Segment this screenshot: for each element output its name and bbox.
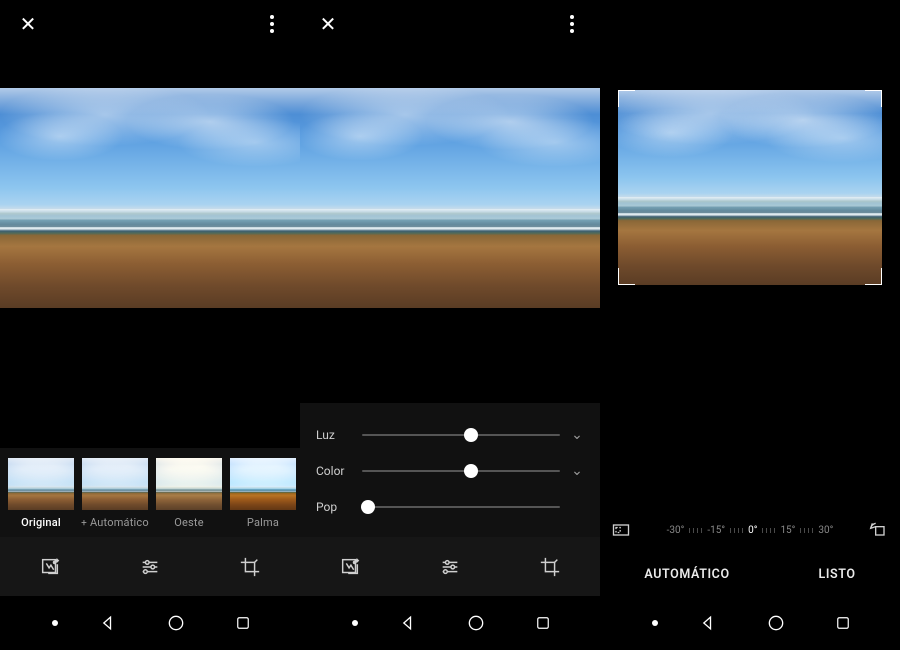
slider-track[interactable] xyxy=(362,470,560,472)
back-icon[interactable] xyxy=(697,612,719,634)
editor-pane-adjust: ✕ Luz ⌄ Color ⌄ Pop ⌄ xyxy=(300,0,600,650)
rotate-icon[interactable] xyxy=(868,519,890,541)
angle-tick-label: 15° xyxy=(780,525,795,536)
chevron-down-icon[interactable]: ⌄ xyxy=(570,427,584,443)
slider-color: Color ⌄ xyxy=(316,453,584,489)
angle-tick-label: -15° xyxy=(707,525,725,536)
adjust-tab-icon[interactable] xyxy=(136,553,164,581)
recents-icon[interactable] xyxy=(232,612,254,634)
topbar: ✕ xyxy=(0,0,300,48)
slider-track[interactable] xyxy=(362,506,560,508)
crop-handle-tl[interactable] xyxy=(618,90,635,107)
back-icon[interactable] xyxy=(397,612,419,634)
tool-tabs xyxy=(300,537,600,596)
more-icon[interactable] xyxy=(258,10,286,38)
recents-icon[interactable] xyxy=(532,612,554,634)
crop-tab-icon[interactable] xyxy=(236,553,264,581)
filter-strip: Original + Automático Oeste Palma xyxy=(0,448,300,537)
filter-option-auto[interactable]: + Automático xyxy=(80,458,150,529)
aspect-ratio-icon[interactable] xyxy=(610,519,632,541)
nav-dot-icon xyxy=(352,620,358,626)
filters-tab-icon[interactable] xyxy=(36,553,64,581)
slider-track[interactable] xyxy=(362,434,560,436)
more-icon[interactable] xyxy=(558,10,586,38)
home-icon[interactable] xyxy=(765,612,787,634)
crop-handle-bl[interactable] xyxy=(618,268,635,285)
chevron-down-icon[interactable]: ⌄ xyxy=(570,463,584,479)
recents-icon[interactable] xyxy=(832,612,854,634)
angle-tick-label: -30° xyxy=(667,525,685,536)
adjust-tab-icon[interactable] xyxy=(436,553,464,581)
crop-tab-icon[interactable] xyxy=(536,553,564,581)
angle-scale[interactable]: -30° -15° 0° 15° 30° xyxy=(632,525,868,536)
topbar: ✕ xyxy=(300,0,600,48)
home-icon[interactable] xyxy=(165,612,187,634)
angle-tick-label: 30° xyxy=(818,525,833,536)
slider-luz: Luz ⌄ xyxy=(316,417,584,453)
crop-area[interactable] xyxy=(618,90,882,285)
close-icon[interactable]: ✕ xyxy=(14,10,42,38)
tool-tabs xyxy=(0,537,300,596)
filter-option-oeste[interactable]: Oeste xyxy=(154,458,224,529)
sliders-panel: Luz ⌄ Color ⌄ Pop ⌄ xyxy=(300,403,600,537)
filter-label: Original xyxy=(21,516,61,529)
crop-handle-tr[interactable] xyxy=(865,90,882,107)
nav-dot-icon xyxy=(52,620,58,626)
filter-label: Palma xyxy=(247,516,279,529)
home-icon[interactable] xyxy=(465,612,487,634)
auto-button[interactable]: AUTOMÁTICO xyxy=(644,567,729,582)
filter-option-original[interactable]: Original xyxy=(6,458,76,529)
rotation-bar: -30° -15° 0° 15° 30° xyxy=(600,508,900,552)
angle-current: 0° xyxy=(748,525,757,536)
editor-pane-crop: -30° -15° 0° 15° 30° AUTOMÁTICO LISTO xyxy=(600,0,900,650)
filters-tab-icon[interactable] xyxy=(336,553,364,581)
photo-preview[interactable] xyxy=(0,88,300,308)
filter-label: + Automático xyxy=(81,516,149,529)
filter-option-palma[interactable]: Palma xyxy=(228,458,298,529)
nav-dot-icon xyxy=(652,620,658,626)
editor-pane-filters: ✕ Original + Automático Oeste Palma xyxy=(0,0,300,650)
crop-handle-br[interactable] xyxy=(865,268,882,285)
android-navbar xyxy=(600,596,900,650)
slider-label: Pop xyxy=(316,500,352,514)
crop-actions: AUTOMÁTICO LISTO xyxy=(600,552,900,596)
done-button[interactable]: LISTO xyxy=(818,567,855,582)
photo-preview[interactable] xyxy=(300,88,600,308)
android-navbar xyxy=(0,596,300,650)
back-icon[interactable] xyxy=(97,612,119,634)
close-icon[interactable]: ✕ xyxy=(314,10,342,38)
android-navbar xyxy=(300,596,600,650)
filter-label: Oeste xyxy=(174,516,204,529)
slider-label: Luz xyxy=(316,428,352,442)
slider-pop: Pop ⌄ xyxy=(316,489,584,525)
slider-label: Color xyxy=(316,464,352,478)
